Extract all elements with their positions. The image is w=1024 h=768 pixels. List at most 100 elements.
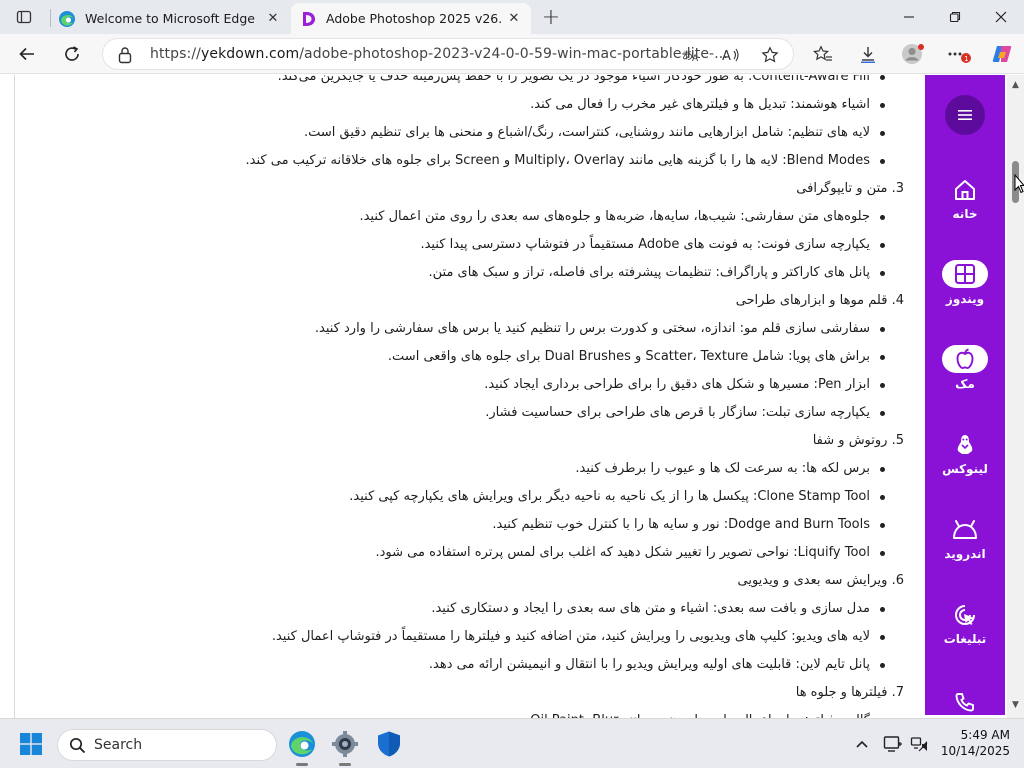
edge-logo-icon: [289, 731, 315, 757]
list-item: براش های پویا: شامل Scatter، Texture و D…: [0, 343, 908, 371]
linux-icon: [943, 430, 987, 460]
section-heading: 3. متن و تایپوگرافی: [796, 181, 904, 196]
taskbar-edge[interactable]: [284, 726, 320, 766]
browser-titlebar: Welcome to Microsoft Edge ✕ Adobe Photos…: [0, 0, 1024, 34]
screen: Welcome to Microsoft Edge ✕ Adobe Photos…: [0, 0, 1024, 768]
list-item: پانل تایم لاین: قابلیت های اولیه ویرایش …: [0, 651, 908, 679]
tab-actions-button[interactable]: [6, 4, 42, 30]
nav-item-contact[interactable]: [925, 687, 1005, 715]
taskbar-security[interactable]: [371, 726, 407, 762]
download-icon: [861, 47, 875, 63]
nav-label: خانه: [952, 207, 978, 221]
tab-welcome[interactable]: Welcome to Microsoft Edge ✕: [50, 3, 290, 34]
copilot-button[interactable]: [987, 39, 1017, 69]
list-item: لایه های ویدیو: کلیپ های ویدیویی را ویرا…: [0, 623, 908, 651]
back-arrow-icon: [19, 47, 34, 61]
nav-item-windows[interactable]: ویندوز: [925, 260, 1005, 330]
downloads-button[interactable]: [853, 39, 883, 69]
clock-time: 5:49 AM: [960, 728, 1010, 742]
nav-item-ads[interactable]: تبلیغات: [925, 600, 1005, 670]
refresh-button[interactable]: [57, 39, 87, 69]
display-icon[interactable]: [883, 734, 903, 754]
url-host: yekdown.com: [200, 46, 300, 62]
apple-icon: [942, 345, 988, 373]
nav-label: لینوکس: [942, 462, 988, 476]
restore-button[interactable]: [932, 0, 978, 34]
more-options-icon: 1: [948, 52, 971, 63]
article-body: Content-Aware Fill: به طور خودکار اشیاء …: [0, 75, 908, 718]
list-item: برس لکه ها: به سرعت لک ها و عیوب را برطر…: [0, 455, 908, 483]
copilot-icon: [992, 46, 1012, 62]
clock-date: 10/14/2025: [940, 744, 1010, 758]
nav-label: مک: [955, 377, 975, 391]
translate-icon[interactable]: あA: [680, 44, 702, 66]
list-item: Liquify Tool: نواحی تصویر را تغییر شکل د…: [0, 539, 908, 567]
windows-icon: [942, 260, 988, 288]
nav-label: اندروید: [944, 547, 986, 561]
web-page: Content-Aware Fill: به طور خودکار اشیاء …: [0, 75, 1007, 718]
list-item: جلوه‌های متن سفارشی: شیب‌ها، سایه‌ها، ضر…: [0, 203, 908, 231]
page-scrollbar[interactable]: ▲ ▼: [1007, 75, 1024, 718]
ads-icon: [943, 600, 987, 630]
tab-actions-icon: [16, 10, 32, 24]
yekdown-favicon-icon: [303, 11, 315, 26]
site-side-nav: خانه ویندوز مک لینوکس اندروید تبلیغات: [925, 75, 1005, 715]
list-item: مدل سازی و بافت سه بعدی: اشیاء و متن های…: [0, 595, 908, 623]
tab-title: Adobe Photoshop 2025 v26.11.0: [326, 11, 503, 26]
list-item: یکپارچه سازی تبلت: سازگار با قرص های طرا…: [0, 399, 908, 427]
network-volume-icon[interactable]: [910, 734, 930, 754]
restore-icon: [949, 11, 961, 23]
url-text: https://yekdown.com/adobe-photoshop-2023…: [150, 46, 728, 62]
list-item: اشیاء هوشمند: تبدیل ها و فیلترهای غیر مخ…: [0, 91, 908, 119]
home-icon: [943, 175, 987, 205]
start-button[interactable]: [20, 733, 42, 755]
tab-photoshop[interactable]: Adobe Photoshop 2025 v26.11.0 ✕: [291, 3, 531, 34]
search-label: Search: [94, 737, 143, 753]
shield-icon: [378, 731, 400, 757]
list-item: Content-Aware Fill: به طور خودکار اشیاء …: [0, 75, 908, 91]
favorite-star-icon[interactable]: [759, 44, 781, 66]
taskbar-settings[interactable]: [327, 726, 363, 766]
list-item: Clone Stamp Tool: پیکسل ها را از یک ناحی…: [0, 483, 908, 511]
list-item: لایه های تنظیم: شامل ابزارهایی مانند روش…: [0, 119, 908, 147]
svg-text:A: A: [692, 54, 699, 63]
show-hidden-icons-chevron-icon[interactable]: [852, 734, 872, 754]
section-heading: 7. فیلترها و جلوه ها: [795, 685, 904, 700]
browser-toolbar: https://yekdown.com/adobe-photoshop-2023…: [0, 34, 1024, 74]
android-icon: [943, 515, 987, 545]
nav-item-home[interactable]: خانه: [925, 175, 1005, 245]
list-item: پانل های کاراکتر و پاراگراف: تنظیمات پیش…: [0, 259, 908, 287]
hamburger-icon: [958, 110, 972, 120]
scroll-up-arrow-icon[interactable]: ▲: [1011, 81, 1020, 90]
list-item: گالری فیلتر: برای اعمال جلوه های هنری ما…: [0, 707, 908, 718]
windows-taskbar: Search 5:49 AM 10/14/2025: [0, 718, 1024, 768]
settings-more-button[interactable]: 1: [944, 39, 974, 69]
close-tab-icon[interactable]: ✕: [262, 8, 284, 30]
nav-label: ویندوز: [945, 292, 985, 306]
nav-item-mac[interactable]: مک: [925, 345, 1005, 415]
address-bar[interactable]: https://yekdown.com/adobe-photoshop-2023…: [102, 38, 794, 70]
favorites-button[interactable]: [808, 39, 838, 69]
edge-logo-icon: [59, 10, 75, 27]
minimize-button[interactable]: [886, 0, 932, 34]
taskbar-clock[interactable]: 5:49 AM 10/14/2025: [938, 727, 1010, 759]
new-tab-button[interactable]: +: [538, 5, 564, 30]
list-item: Dodge and Burn Tools: نور و سایه ها را ب…: [0, 511, 908, 539]
list-item: یکپارچه سازی فونت: به فونت های Adobe مست…: [0, 231, 908, 259]
list-item: سفارشی سازی قلم مو: اندازه، سختی و کدورت…: [0, 315, 908, 343]
refresh-icon: [65, 46, 79, 61]
gear-icon: [332, 731, 358, 757]
nav-item-linux[interactable]: لینوکس: [925, 430, 1005, 500]
profile-button[interactable]: [898, 39, 928, 69]
close-tab-icon[interactable]: ✕: [503, 8, 525, 30]
scroll-down-arrow-icon[interactable]: ▼: [1011, 701, 1020, 710]
site-info-icon[interactable]: [117, 46, 133, 64]
close-window-button[interactable]: [978, 0, 1024, 34]
phone-icon: [943, 687, 987, 715]
nav-item-android[interactable]: اندروید: [925, 515, 1005, 585]
hamburger-menu-button[interactable]: [945, 95, 985, 135]
read-aloud-icon[interactable]: A: [720, 44, 742, 66]
back-button[interactable]: [12, 39, 42, 69]
taskbar-search[interactable]: Search: [57, 729, 277, 761]
list-item: Blend Modes: لایه ها را با گزینه هایی ما…: [0, 147, 908, 175]
